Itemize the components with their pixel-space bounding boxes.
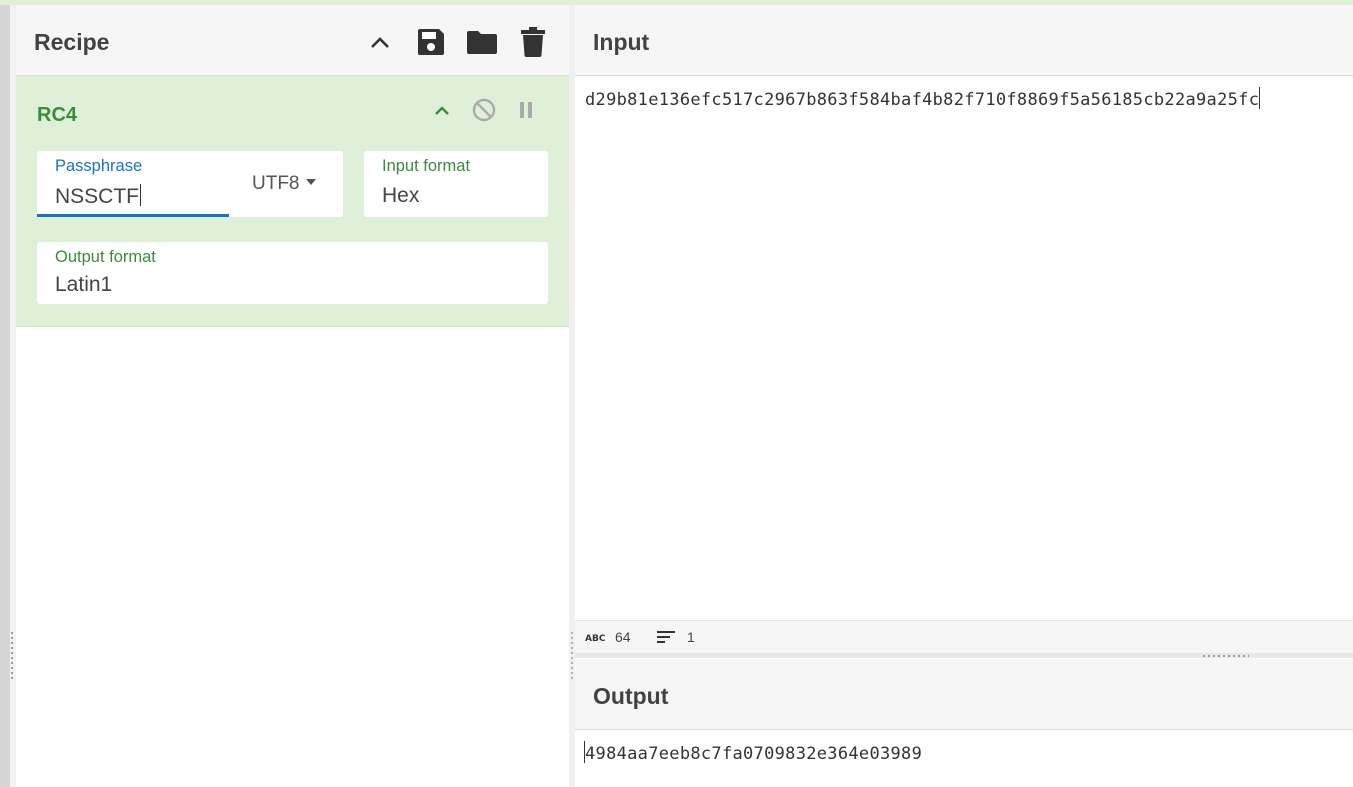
input-textarea[interactable]: d29b81e136efc517c2967b863f584baf4b82f710… (585, 87, 1261, 110)
recipe-title: Recipe (34, 29, 110, 55)
line-count: 1 (687, 629, 695, 645)
passphrase-field[interactable]: Passphrase NSSCTF UTF8 (37, 151, 343, 217)
output-format-field[interactable]: Output format Latin1 (37, 242, 548, 304)
chevron-up-icon (371, 37, 389, 48)
input-format-value[interactable]: Hex (382, 184, 419, 208)
disable-icon (472, 98, 496, 122)
input-format-label: Input format (382, 157, 471, 175)
input-format-field[interactable]: Input format Hex (364, 151, 548, 217)
passphrase-underline (37, 214, 229, 217)
input-text: d29b81e136efc517c2967b863f584baf4b82f710… (585, 90, 1260, 110)
passphrase-label: Passphrase (55, 157, 143, 175)
svg-text:ABC: ABC (585, 634, 605, 642)
breakpoint-button[interactable] (512, 96, 540, 124)
input-header: Input (575, 5, 1353, 76)
output-textarea[interactable]: 4984aa7eeb8c7fa0709832e364e03989 (584, 741, 922, 764)
abc-icon: ABC (585, 634, 605, 642)
line-count-item[interactable]: 1 (657, 629, 695, 645)
resize-handle-left[interactable] (11, 632, 13, 680)
operation-rc4[interactable]: RC4 Passphrase NSSCTF UTF8 Input format … (16, 76, 569, 327)
disable-operation-button[interactable] (470, 96, 498, 124)
collapse-recipe-button[interactable] (363, 25, 397, 59)
resize-handle-columns[interactable] (571, 632, 573, 680)
output-format-value[interactable]: Latin1 (55, 273, 112, 297)
encoding-label: UTF8 (252, 173, 300, 194)
output-header: Output (575, 659, 1353, 730)
input-status-bar: ABC 64 1 (575, 620, 1353, 654)
output-text: 4984aa7eeb8c7fa0709832e364e03989 (585, 744, 923, 764)
text-cursor (1259, 87, 1261, 109)
passphrase-input[interactable]: NSSCTF (55, 184, 141, 209)
passphrase-encoding-dropdown[interactable]: UTF8 (252, 173, 316, 195)
text-cursor (140, 184, 141, 206)
char-count-item[interactable]: ABC 64 (585, 629, 631, 645)
recipe-panel: Recipe RC4 Passphrase NSSCTF UTF8 Input … (16, 5, 570, 787)
save-icon (418, 29, 444, 55)
input-title: Input (593, 29, 650, 55)
output-title: Output (593, 683, 669, 709)
chevron-up-icon (435, 106, 449, 115)
folder-icon (467, 31, 497, 54)
lines-icon (657, 631, 675, 643)
recipe-header: Recipe (16, 5, 569, 76)
save-recipe-button[interactable] (414, 25, 448, 59)
output-format-label: Output format (55, 248, 156, 266)
passphrase-value: NSSCTF (55, 185, 139, 208)
collapse-operation-button[interactable] (428, 96, 456, 124)
operation-name: RC4 (37, 104, 78, 126)
clear-recipe-button[interactable] (516, 25, 550, 59)
resize-handle-io[interactable] (1203, 655, 1249, 657)
pause-icon (520, 102, 532, 118)
caret-down-icon (305, 179, 316, 185)
char-count: 64 (615, 629, 631, 645)
load-recipe-button[interactable] (465, 25, 499, 59)
left-gutter (0, 5, 10, 787)
io-column: Input d29b81e136efc517c2967b863f584baf4b… (575, 5, 1353, 787)
trash-icon (521, 27, 545, 57)
